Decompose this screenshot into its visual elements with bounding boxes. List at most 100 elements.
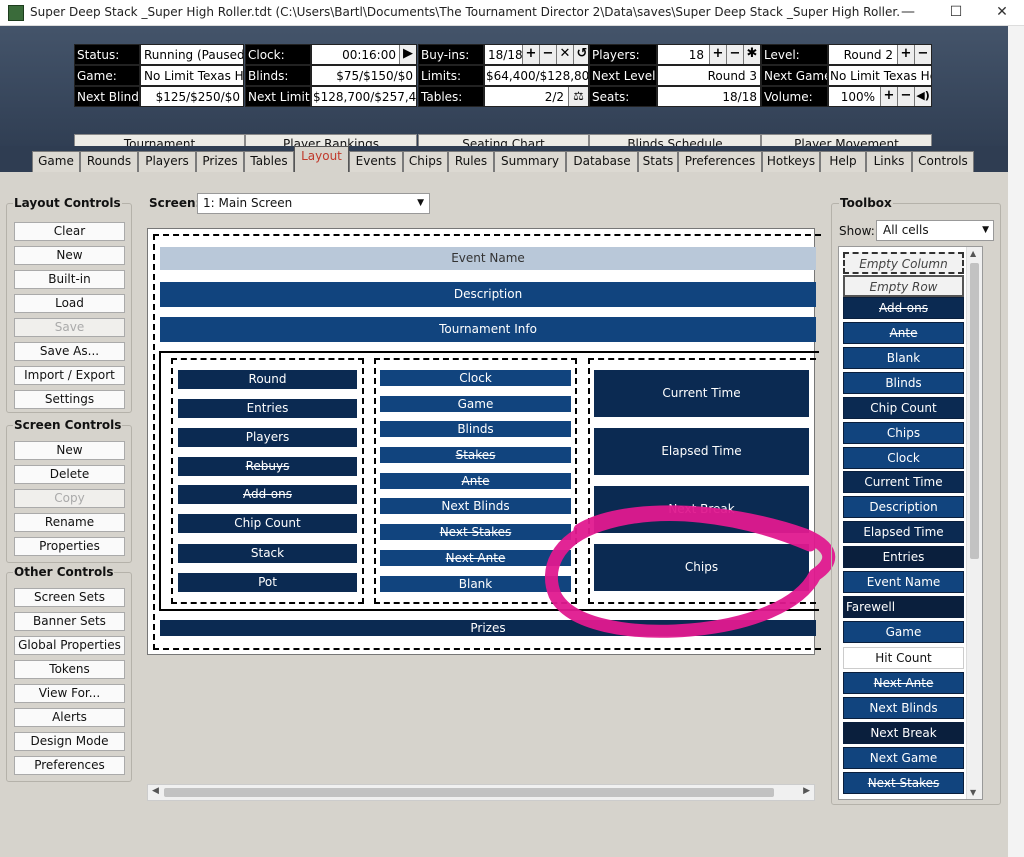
add-player-icon[interactable]: + [709,45,726,64]
copy-screen-button[interactable]: Copy [14,489,125,508]
toolbox-item[interactable]: Current Time [843,471,964,493]
preferences-button[interactable]: Preferences [14,756,125,775]
toolbox-list[interactable]: Empty Column Empty Row Add-ons Ante Blan… [838,246,983,800]
alerts-button[interactable]: Alerts [14,708,125,727]
toolbox-item[interactable]: Empty Row [843,275,964,297]
clear-button[interactable]: Clear [14,222,125,241]
toolbox-item[interactable]: Empty Column [843,252,964,274]
play-icon[interactable]: ▶ [399,45,416,64]
tab-events[interactable]: Events [349,151,403,172]
tab-prizes[interactable]: Prizes [196,151,244,172]
volume-up-icon[interactable]: + [880,87,897,106]
remove-player-icon[interactable]: − [726,45,743,64]
scroll-up-icon[interactable]: ▲ [970,249,976,258]
toolbox-item[interactable]: Add-ons [843,297,964,319]
scroll-right-icon[interactable]: ▶ [803,786,810,796]
pot-cell[interactable]: Pot [178,573,357,592]
toolbox-scrollbar[interactable]: ▲ ▼ [966,247,982,799]
remove-buyin-icon[interactable]: − [539,45,556,64]
screen-sets-button[interactable]: Screen Sets [14,588,125,607]
scroll-down-icon[interactable]: ▼ [970,788,976,797]
toolbox-item[interactable]: Chip Count [843,397,964,419]
toolbox-item[interactable]: Next Stakes [843,772,964,794]
toolbox-item[interactable]: Clock [843,447,964,469]
round-cell[interactable]: Round [178,370,357,389]
ante-cell[interactable]: Ante [380,473,571,489]
tab-layout[interactable]: Layout [294,146,349,172]
global-properties-button[interactable]: Global Properties [14,636,125,655]
load-button[interactable]: Load [14,294,125,313]
rebuys-cell[interactable]: Rebuys [178,457,357,476]
minimize-button[interactable]: — [888,2,928,22]
clock-cell[interactable]: Clock [380,370,571,386]
tab-preferences[interactable]: Preferences [678,151,762,172]
maximize-button[interactable]: ☐ [936,2,976,22]
tab-game[interactable]: Game [32,151,80,172]
toolbox-item[interactable]: Next Ante [843,672,964,694]
close-button[interactable]: ✕ [982,2,1022,22]
chip-count-cell[interactable]: Chip Count [178,514,357,533]
undo-buyin-icon[interactable]: ↺ [573,45,588,64]
delete-screen-button[interactable]: Delete [14,465,125,484]
tab-tables[interactable]: Tables [244,151,294,172]
save-as-button[interactable]: Save As... [14,342,125,361]
volume-down-icon[interactable]: − [897,87,914,106]
tab-database[interactable]: Database [566,151,638,172]
speaker-icon[interactable]: ◀) [914,87,931,106]
tokens-button[interactable]: Tokens [14,660,125,679]
player-star-icon[interactable]: ✱ [743,45,760,64]
settings-button[interactable]: Settings [14,390,125,409]
blinds-cell[interactable]: Blinds [380,421,571,437]
stakes-cell[interactable]: Stakes [380,447,571,463]
canvas-scrollbar[interactable]: ◀ ▶ [147,784,815,801]
screen-select[interactable]: 1: Main Screen ▼ [197,193,430,214]
toolbox-item[interactable]: Farewell [843,596,964,618]
tab-rules[interactable]: Rules [448,151,494,172]
design-mode-button[interactable]: Design Mode [14,732,125,751]
tab-controls[interactable]: Controls [912,151,974,172]
current-time-cell[interactable]: Current Time [594,370,809,417]
game-cell[interactable]: Game [380,396,571,412]
description-cell[interactable]: Description [160,282,816,307]
entries-cell[interactable]: Entries [178,399,357,418]
toolbox-item[interactable]: Game [843,621,964,643]
level-down-icon[interactable]: − [914,45,931,64]
save-button[interactable]: Save [14,318,125,337]
new-screen-button[interactable]: New [14,441,125,460]
toolbox-item[interactable]: Next Break [843,722,964,744]
tab-players[interactable]: Players [138,151,196,172]
built-in-button[interactable]: Built-in [14,270,125,289]
toolbox-item[interactable]: Event Name [843,571,964,593]
toolbox-item[interactable]: Ante [843,322,964,344]
players-cell[interactable]: Players [178,428,357,447]
tab-links[interactable]: Links [866,151,912,172]
add-ons-cell[interactable]: Add-ons [178,485,357,504]
tab-help[interactable]: Help [820,151,866,172]
toolbox-item[interactable]: Blank [843,347,964,369]
show-filter-select[interactable]: All cells ▼ [876,220,994,241]
scroll-left-icon[interactable]: ◀ [152,786,159,796]
stack-cell[interactable]: Stack [178,544,357,563]
balance-icon[interactable]: ⚖ [568,87,588,106]
event-name-cell[interactable]: Event Name [160,247,816,270]
rename-screen-button[interactable]: Rename [14,513,125,532]
cancel-buyin-icon[interactable]: ✕ [556,45,573,64]
toolbox-item[interactable]: Chips [843,422,964,444]
tab-chips[interactable]: Chips [403,151,448,172]
level-up-icon[interactable]: + [897,45,914,64]
add-buyin-icon[interactable]: + [522,45,539,64]
toolbox-item[interactable]: Description [843,496,964,518]
toolbox-scroll-thumb[interactable] [970,263,979,559]
toolbox-item[interactable]: Hit Count [843,647,964,669]
new-layout-button[interactable]: New [14,246,125,265]
toolbox-item[interactable]: Elapsed Time [843,521,964,543]
toolbox-item[interactable]: Next Game [843,747,964,769]
view-for-button[interactable]: View For... [14,684,125,703]
elapsed-time-cell[interactable]: Elapsed Time [594,428,809,475]
screen-properties-button[interactable]: Properties [14,537,125,556]
toolbox-item[interactable]: Next Blinds [843,697,964,719]
tournament-info-cell[interactable]: Tournament Info [160,317,816,342]
tab-summary[interactable]: Summary [494,151,566,172]
tab-hotkeys[interactable]: Hotkeys [762,151,820,172]
banner-sets-button[interactable]: Banner Sets [14,612,125,631]
